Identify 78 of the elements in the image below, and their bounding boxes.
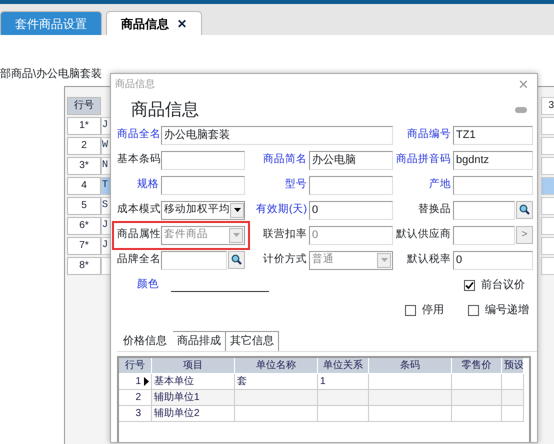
- breadcrumb: 部商品\办公电脑套装: [0, 66, 102, 82]
- field-label: 商品简名: [262, 152, 308, 168]
- input-field[interactable]: 办公电脑套装: [161, 126, 393, 144]
- row-number: 3*: [67, 157, 101, 175]
- dialog-title: 商品信息: [115, 78, 155, 92]
- close-icon[interactable]: ✕: [177, 14, 187, 32]
- row-number: 5: [67, 197, 101, 215]
- input-field[interactable]: [161, 176, 245, 194]
- dropdown[interactable]: 移动加权平均: [161, 200, 245, 220]
- row-number: 3: [135, 407, 141, 421]
- column-header: 条码: [369, 358, 452, 374]
- input-field[interactable]: [453, 176, 533, 194]
- caret-icon: [234, 208, 240, 212]
- checkbox[interactable]: [464, 280, 475, 290]
- row-number: 4: [67, 177, 101, 195]
- table-cell: 辅助单位1: [152, 390, 235, 406]
- tab[interactable]: 其它信息: [226, 330, 279, 351]
- field-label: 商品编号: [406, 127, 452, 142]
- search-button[interactable]: [228, 250, 245, 268]
- form-heading: 商品信息: [131, 99, 199, 121]
- row-number: 1*: [67, 117, 101, 135]
- table-cell: [502, 406, 524, 422]
- input-field[interactable]: [309, 176, 393, 194]
- column-header: 单位关系: [318, 358, 369, 374]
- input-field[interactable]: [453, 226, 515, 244]
- field-label: 计价方式: [262, 252, 308, 268]
- field-label: 品牌全名: [117, 252, 161, 268]
- tab[interactable]: 商品信息 ✕: [106, 11, 202, 35]
- input-field[interactable]: [161, 150, 245, 170]
- column-header: 单位名称: [235, 358, 318, 374]
- input-field[interactable]: 0: [309, 200, 393, 220]
- table-cell: [318, 406, 369, 422]
- column-header: 零售价: [452, 358, 502, 374]
- field-label: 型号: [284, 177, 308, 192]
- field-label: 替换品: [417, 202, 452, 218]
- caret-icon: [232, 233, 240, 237]
- column-header: 行号: [119, 358, 152, 374]
- table-cell: [318, 390, 369, 406]
- field-label: 默认税率: [406, 252, 452, 268]
- checkbox-label: 编号递增: [485, 302, 529, 318]
- row-number: 7*: [67, 237, 101, 255]
- minimize-icon[interactable]: [515, 106, 527, 113]
- row-number: 6*: [67, 217, 101, 235]
- caret-icon: [380, 258, 388, 262]
- input-field[interactable]: [161, 250, 227, 270]
- table-cell: 辅助单位2: [152, 406, 235, 422]
- checkbox-label: 前台议价: [481, 278, 525, 293]
- column-header: 行号: [67, 97, 101, 115]
- field-label: 颜色: [136, 277, 160, 292]
- input-field[interactable]: 0: [453, 250, 533, 270]
- checkbox[interactable]: [468, 304, 479, 316]
- column-header: 项目: [152, 358, 235, 374]
- input-field[interactable]: 办公电脑: [309, 150, 393, 170]
- input-field[interactable]: [453, 200, 515, 220]
- field-label: 商品拼音码: [395, 152, 452, 168]
- field-label: 联营扣率: [262, 227, 308, 242]
- search-icon: [231, 254, 242, 265]
- row-number: 8*: [67, 257, 101, 275]
- field-label: 产地: [428, 177, 452, 192]
- input-field[interactable]: bgdntz: [453, 150, 533, 170]
- table-cell: [502, 390, 524, 406]
- search-button[interactable]: [516, 200, 533, 218]
- checkbox[interactable]: [405, 304, 416, 316]
- checkbox-label: 停用: [422, 302, 444, 318]
- tab[interactable]: 套件商品设置: [0, 11, 102, 35]
- field-label: 默认供应商: [395, 227, 452, 242]
- search-icon: [519, 204, 530, 215]
- row-number: 1: [135, 375, 141, 389]
- field-label: 规格: [136, 177, 160, 192]
- field-label: 有效期(天): [255, 202, 308, 218]
- row-number: 2: [67, 137, 101, 155]
- input-field[interactable]: TZ1: [453, 126, 533, 144]
- more-button[interactable]: >: [516, 226, 533, 244]
- column-header: 3: [541, 97, 554, 115]
- tab[interactable]: 商品排成: [173, 330, 226, 351]
- row-number: 2: [135, 391, 141, 405]
- table-cell: [452, 390, 502, 406]
- table-cell: [452, 406, 502, 422]
